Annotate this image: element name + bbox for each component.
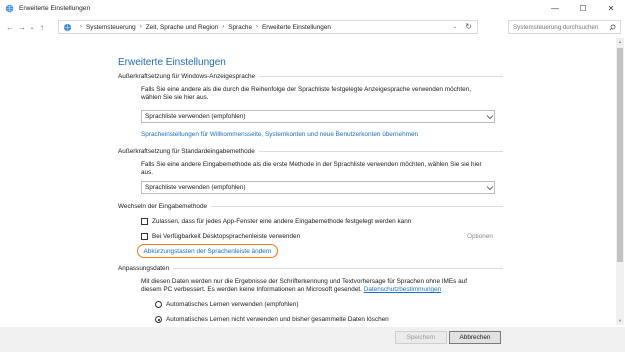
- dropdown-value: Sprachliste verwenden (empfohlen): [145, 184, 246, 191]
- display-language-description: Falls Sie eine andere als die durch die …: [141, 86, 501, 103]
- forward-button[interactable]: →: [16, 20, 28, 34]
- scrollbar-thumb[interactable]: [617, 48, 623, 262]
- desktop-language-bar-checkbox[interactable]: [141, 233, 148, 240]
- button-bar: Speichern Abbrechen: [0, 327, 625, 352]
- dropdown-value: Sprachliste verwenden (empfohlen): [145, 113, 246, 120]
- divider: [173, 268, 503, 269]
- search-placeholder: Systemsteuerung durchsuchen: [513, 23, 599, 31]
- control-panel-globe-icon: [5, 4, 14, 13]
- divider: [259, 76, 503, 77]
- description-line: Falls Sie eine andere Eingabemethode als…: [141, 161, 482, 168]
- automatic-learning-off-radio[interactable]: [155, 316, 162, 323]
- save-button[interactable]: Speichern: [395, 331, 447, 344]
- scroll-up-arrow-icon[interactable]: ▲: [617, 39, 623, 45]
- apply-welcome-screen-settings-link[interactable]: Spracheinstellungen für Willkommensseite…: [141, 131, 418, 138]
- divider: [258, 151, 503, 152]
- chevron-down-icon: [486, 185, 494, 190]
- divider: [211, 206, 503, 207]
- scroll-down-arrow-icon[interactable]: ▼: [617, 318, 623, 324]
- minimize-button[interactable]: —: [541, 0, 569, 17]
- per-app-input-method-checkbox[interactable]: [141, 218, 148, 225]
- section-heading: Anpassungsdaten: [118, 265, 170, 272]
- personalization-description: Mit diesen Daten werden nur die Ergebnis…: [141, 278, 511, 295]
- radio-label[interactable]: Automatisches Lernen verwenden (empfohle…: [166, 301, 299, 308]
- recent-locations-button[interactable]: ⌄: [28, 20, 36, 34]
- window-title: Erweiterte Einstellungen: [19, 5, 91, 12]
- automatic-learning-off-radio-row[interactable]: Automatisches Lernen nicht verwenden und…: [155, 316, 389, 323]
- automatic-learning-on-radio[interactable]: [155, 301, 162, 308]
- desktop-language-bar-checkbox-row[interactable]: Bei Verfügbarkeit Desktopsprachenleiste …: [141, 233, 300, 240]
- search-input[interactable]: Systemsteuerung durchsuchen: [508, 20, 621, 34]
- address-dropdown-button[interactable]: ⌄: [453, 24, 457, 30]
- breadcrumb-sprache[interactable]: Sprache: [228, 24, 252, 31]
- breadcrumb-separator: ›: [80, 24, 82, 30]
- navigation-bar: ← → ⌄ ↑ › Systemsteuerung › Zeit, Sprach…: [0, 18, 625, 36]
- breadcrumb-systemsteuerung[interactable]: Systemsteuerung: [86, 24, 136, 31]
- description-text: diesem PC verbessert. Es werden keine In…: [141, 286, 362, 294]
- checkbox-label[interactable]: Bei Verfügbarkeit Desktopsprachenleiste …: [152, 233, 300, 240]
- section-display-language: Außerkraftsetzung für Windows-Anzeigespr…: [118, 73, 503, 80]
- description-line: diesem PC verbessert. Es werden keine In…: [141, 286, 511, 294]
- per-app-input-method-checkbox-row[interactable]: Zulassen, dass für jedes App-Fenster ein…: [141, 218, 411, 225]
- automatic-learning-on-radio-row[interactable]: Automatisches Lernen verwenden (empfohle…: [155, 301, 299, 308]
- refresh-button[interactable]: ↻: [465, 22, 472, 31]
- title-bar: Erweiterte Einstellungen — ☐ ✕: [0, 0, 625, 17]
- close-button[interactable]: ✕: [597, 0, 625, 17]
- change-language-bar-hotkeys-link[interactable]: Abkürzungstasten der Sprachenleiste ände…: [137, 244, 278, 258]
- breadcrumb-separator: ›: [256, 24, 259, 30]
- maximize-button[interactable]: ☐: [569, 0, 597, 17]
- link-text[interactable]: Abkürzungstasten der Sprachenleiste ände…: [144, 248, 272, 255]
- section-switching-input-methods: Wechseln der Eingabemethode: [118, 203, 503, 210]
- section-heading: Wechseln der Eingabemethode: [118, 203, 208, 210]
- breadcrumb-zeit-sprache-region[interactable]: Zeit, Sprache und Region: [146, 24, 218, 31]
- up-button[interactable]: ↑: [36, 20, 48, 34]
- description-line: aus.: [141, 169, 154, 177]
- breadcrumb-erweiterte-einstellungen[interactable]: Erweiterte Einstellungen: [262, 24, 331, 31]
- back-button[interactable]: ←: [4, 20, 16, 34]
- address-bar[interactable]: › Systemsteuerung › Zeit, Sprache und Re…: [58, 20, 478, 34]
- section-heading: Außerkraftsetzung für Windows-Anzeigespr…: [118, 73, 256, 80]
- vertical-scrollbar[interactable]: ▲ ▼: [616, 38, 624, 325]
- language-bar-options-link: Optionen: [467, 233, 493, 240]
- settings-content: Erweiterte Einstellungen Außerkraftsetzu…: [0, 37, 625, 327]
- input-method-description: Falls Sie eine andere Eingabemethode als…: [141, 161, 501, 178]
- description-line: wählen Sie sie hier aus.: [141, 94, 209, 102]
- section-personalization-data: Anpassungsdaten: [118, 265, 503, 272]
- checkbox-label[interactable]: Zulassen, dass für jedes App-Fenster ein…: [152, 218, 411, 225]
- radio-label[interactable]: Automatisches Lernen nicht verwenden und…: [166, 316, 389, 323]
- page-title: Erweiterte Einstellungen: [118, 57, 226, 68]
- breadcrumb-separator: ›: [139, 24, 142, 30]
- breadcrumb-separator: ›: [222, 24, 225, 30]
- description-line: Mit diesen Daten werden nur die Ergebnis…: [141, 278, 467, 285]
- display-language-dropdown[interactable]: Sprachliste verwenden (empfohlen): [141, 110, 495, 123]
- control-panel-icon: [63, 23, 72, 31]
- search-icon[interactable]: [609, 24, 616, 31]
- chevron-down-icon: [486, 114, 494, 119]
- input-method-dropdown[interactable]: Sprachliste verwenden (empfohlen): [141, 181, 495, 194]
- section-heading: Außerkraftsetzung für Standardeingabemet…: [118, 148, 255, 155]
- section-input-method: Außerkraftsetzung für Standardeingabemet…: [118, 148, 503, 155]
- privacy-statement-link[interactable]: Datenschutzbestimmungen: [364, 286, 441, 293]
- cancel-button[interactable]: Abbrechen: [449, 331, 501, 344]
- description-line: Falls Sie eine andere als die durch die …: [141, 86, 472, 93]
